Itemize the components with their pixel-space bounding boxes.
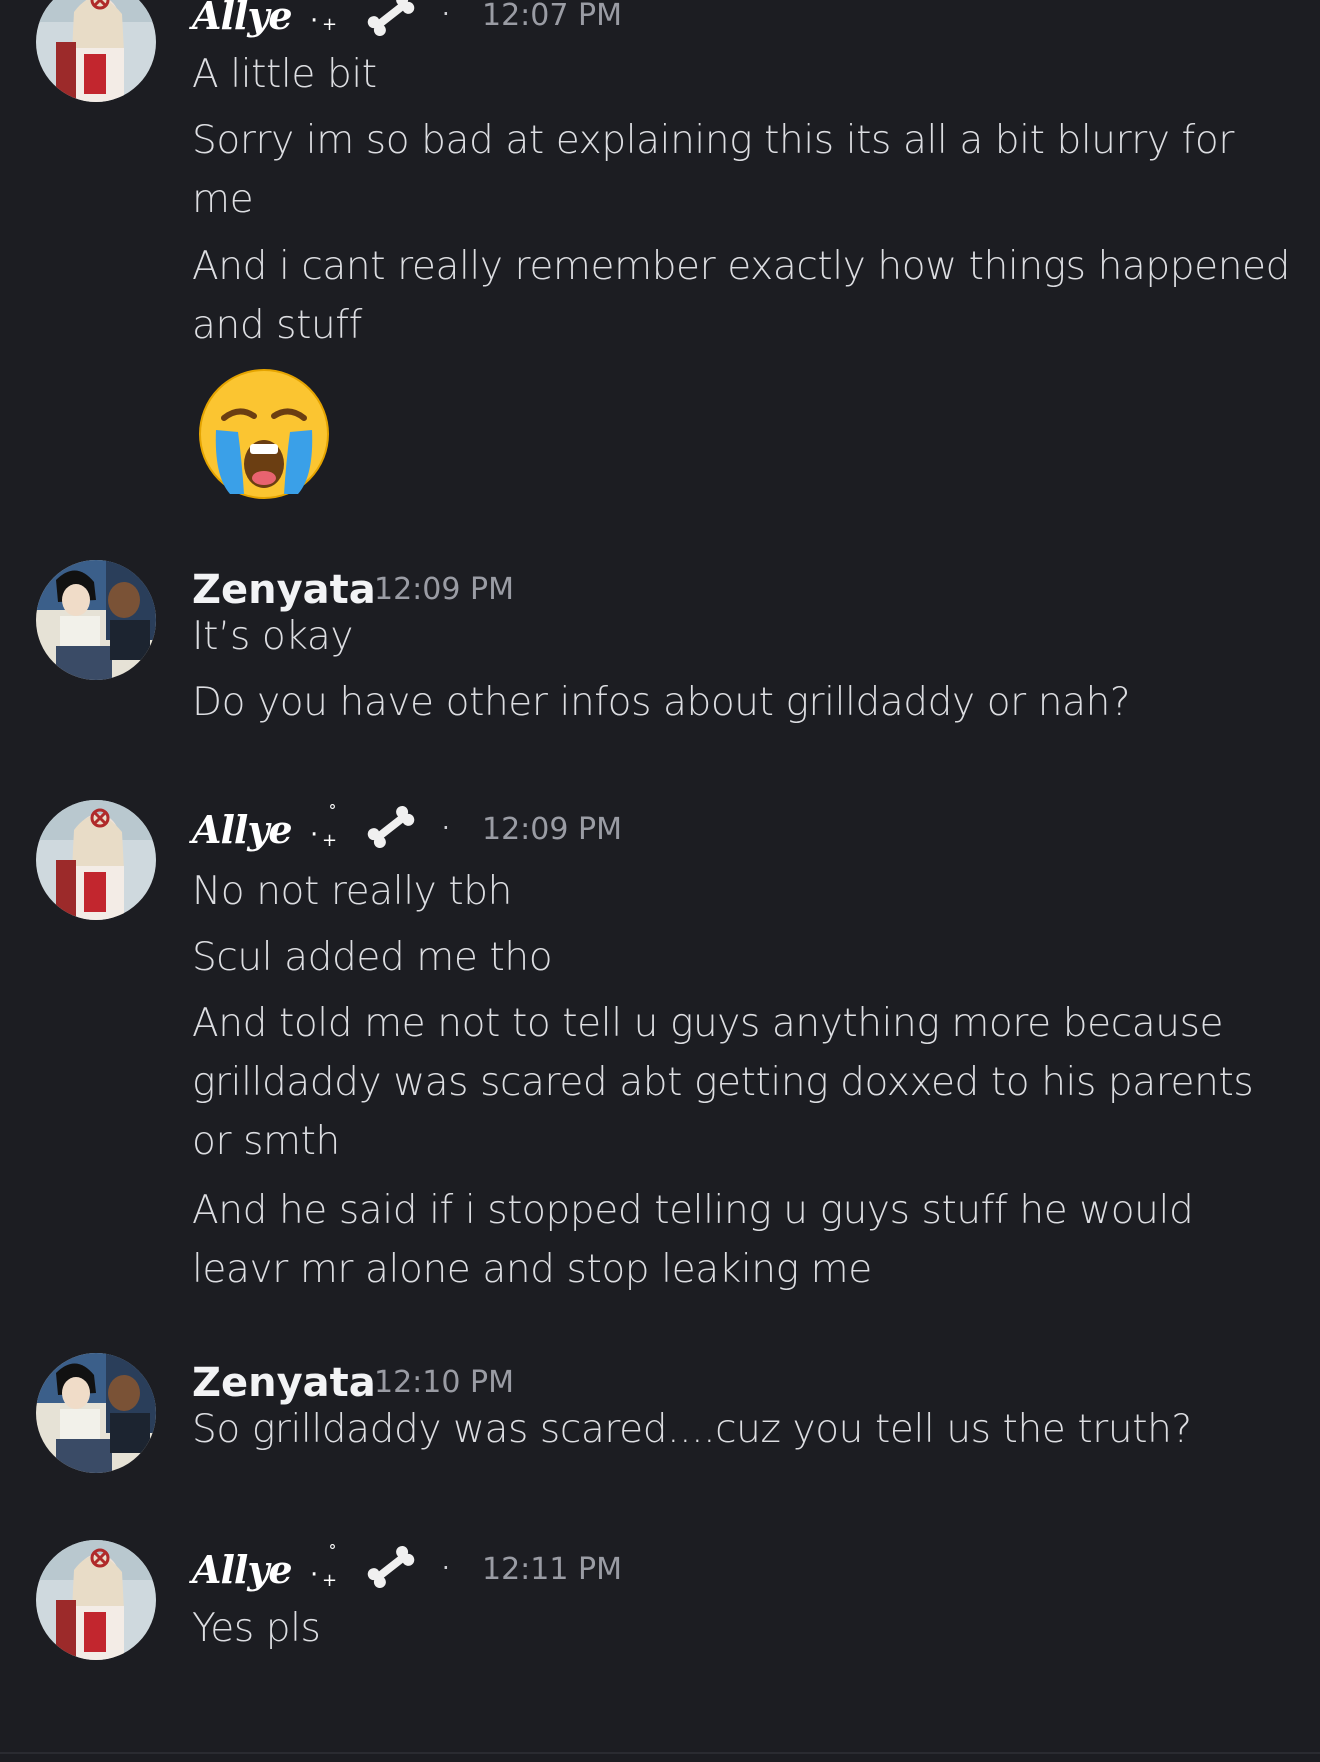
message-text[interactable]: A little bit bbox=[192, 45, 1292, 104]
avatar[interactable] bbox=[36, 1353, 156, 1473]
separator-dot: · bbox=[442, 1554, 450, 1582]
message-text[interactable]: It’s okay bbox=[192, 607, 1292, 666]
timestamp[interactable]: 12:11 PM bbox=[482, 1542, 622, 1598]
username-decoration: + bbox=[322, 14, 338, 35]
username-decoration: ˚ bbox=[328, 804, 337, 825]
avatar[interactable] bbox=[36, 1540, 156, 1660]
username-decoration: · bbox=[310, 6, 319, 36]
timestamp[interactable]: 12:07 PM bbox=[482, 0, 622, 44]
message-text[interactable]: Yes pls bbox=[192, 1599, 1292, 1658]
bone-icon bbox=[367, 1545, 415, 1589]
username-decoration: ˚ bbox=[328, 0, 337, 13]
username-decoration: · bbox=[310, 820, 319, 850]
separator-dot: · bbox=[442, 814, 450, 842]
username[interactable]: Allye bbox=[192, 1542, 293, 1598]
avatar[interactable] bbox=[36, 560, 156, 680]
username-decoration: ˚ bbox=[328, 1544, 337, 1565]
loudly-crying-face-icon[interactable] bbox=[194, 366, 334, 502]
divider bbox=[0, 1752, 1320, 1754]
username-decoration: + bbox=[322, 1570, 338, 1591]
separator-dot: · bbox=[442, 0, 450, 28]
username-decoration: + bbox=[322, 830, 338, 851]
message-text[interactable]: So grilldaddy was scared....cuz you tell… bbox=[192, 1400, 1292, 1459]
message-text[interactable]: No not really tbh bbox=[192, 862, 1292, 921]
username[interactable]: Allye bbox=[192, 0, 293, 44]
timestamp[interactable]: 12:09 PM bbox=[482, 802, 622, 858]
message-text[interactable]: And i cant really remember exactly how t… bbox=[192, 237, 1292, 355]
bone-icon bbox=[367, 805, 415, 849]
message-text[interactable]: And he said if i stopped telling u guys … bbox=[192, 1181, 1292, 1299]
bone-icon bbox=[367, 0, 415, 37]
username[interactable]: Allye bbox=[192, 802, 293, 858]
avatar[interactable] bbox=[36, 0, 156, 102]
chat-message-list[interactable]: Allye · ˚ + · 12:07 PM A little bit Sorr… bbox=[0, 0, 1320, 1762]
message-text[interactable]: Do you have other infos about grilldaddy… bbox=[192, 673, 1292, 732]
message-text[interactable]: And told me not to tell u guys anything … bbox=[192, 994, 1292, 1171]
message-text[interactable]: Scul added me tho bbox=[192, 928, 1292, 987]
username-decoration: · bbox=[310, 1560, 319, 1590]
avatar[interactable] bbox=[36, 800, 156, 920]
message-text[interactable]: Sorry im so bad at explaining this its a… bbox=[192, 111, 1292, 229]
